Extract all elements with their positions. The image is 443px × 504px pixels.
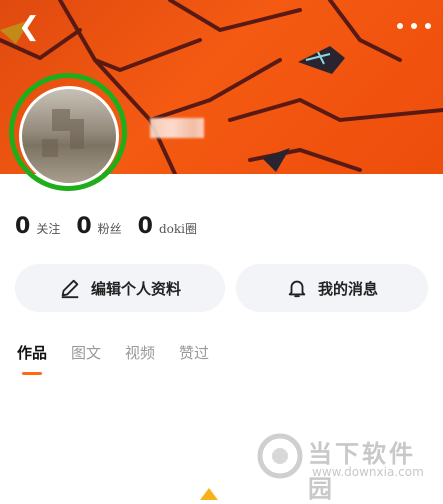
edit-profile-label: 编辑个人资料 [90,279,181,298]
avatar-highlight-ring [9,73,127,191]
my-messages-button[interactable]: 我的消息 [236,264,428,312]
more-dots-icon [397,23,403,29]
stat-count: 0 [76,214,92,239]
stat-followers[interactable]: 0 粉丝 [76,214,121,239]
stat-doki[interactable]: 0 doki圈 [138,214,197,239]
stat-label: 关注 [36,222,61,236]
stat-count: 0 [137,214,153,239]
watermark-url: www.downxia.com [312,465,424,479]
pencil-icon [61,279,79,299]
back-arrow-icon: ❮ [18,12,40,42]
bottom-badge-icon [200,488,218,500]
tab-image-text[interactable]: 图文 [71,342,101,375]
profile-stats: 0 关注 0 粉丝 0 doki圈 [15,214,213,239]
watermark-logo-icon [257,433,303,479]
stat-following[interactable]: 0 关注 [15,214,60,239]
tab-video[interactable]: 视频 [125,342,155,375]
stat-label: 粉丝 [97,222,122,236]
tab-liked[interactable]: 赞过 [179,342,209,375]
bell-icon [288,280,306,298]
edit-profile-button[interactable]: 编辑个人资料 [15,264,225,312]
stat-label: doki圈 [158,222,197,236]
content-tabs: 作品 图文 视频 赞过 [17,342,233,375]
username-blurred [150,118,204,138]
more-options-button[interactable] [397,14,431,38]
tab-works[interactable]: 作品 [17,342,47,375]
back-button[interactable]: ❮ [14,12,44,42]
watermark: 当下软件园 www.downxia.com [256,432,428,503]
stat-count: 0 [15,214,31,239]
my-messages-label: 我的消息 [317,279,378,298]
